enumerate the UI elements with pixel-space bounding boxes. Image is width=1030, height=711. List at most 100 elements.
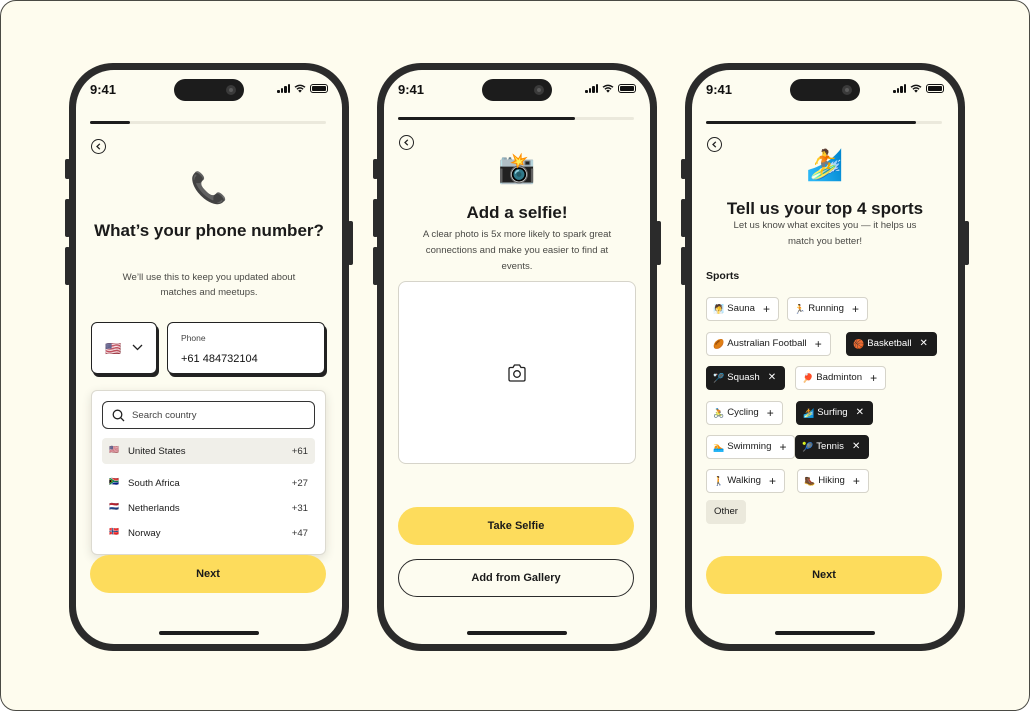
screen-phone-number: 9:41 📞 What’s your phone number? We’ll u… <box>76 70 342 644</box>
back-button[interactable] <box>399 135 414 150</box>
sport-chip-other[interactable]: Other <box>706 500 746 524</box>
nl-flag-icon: 🇳🇱 <box>109 502 119 511</box>
screen-selfie: 9:41 📸 Add a selfie! A clear photo is 5x… <box>384 70 650 644</box>
sport-chip-label: Australian Football <box>727 338 807 349</box>
country-option-south-africa[interactable]: 🇿🇦 South Africa +27 <box>102 470 315 496</box>
take-selfie-button[interactable]: Take Selfie <box>398 507 634 545</box>
add-icon[interactable]: + <box>815 333 822 355</box>
sport-chip-australian-football[interactable]: 🏉 Australian Football + <box>706 332 831 356</box>
phone-number-field[interactable]: Phone +61 484732104 <box>167 322 325 374</box>
us-flag-icon: 🇺🇸 <box>105 341 122 356</box>
page-title: What’s your phone number? <box>94 221 324 240</box>
add-icon[interactable]: + <box>852 298 859 320</box>
sport-chip-basketball[interactable]: 🏀 Basketball ✕ <box>846 332 937 356</box>
page-subtitle: Let us know what excites you — it helps … <box>733 220 917 247</box>
battery-icon <box>310 84 328 93</box>
country-name: South Africa <box>128 478 180 489</box>
hiking-emoji-icon: 🥾 <box>804 476 816 486</box>
progress-bar <box>706 121 942 124</box>
country-code-select[interactable]: 🇺🇸 <box>91 322 157 374</box>
dynamic-island <box>790 79 860 101</box>
back-button[interactable] <box>91 139 106 154</box>
country-dial-code: +61 <box>291 446 308 457</box>
search-country-input[interactable] <box>132 408 302 423</box>
surfing-emoji-icon: 🏄 <box>803 408 815 418</box>
country-name: Netherlands <box>128 503 180 514</box>
country-dial-code: +47 <box>291 528 308 539</box>
country-option-united-states[interactable]: 🇺🇸 United States +61 <box>102 438 315 464</box>
add-icon[interactable]: + <box>763 298 770 320</box>
chevron-down-icon <box>132 344 143 351</box>
australian-football-emoji-icon: 🏉 <box>713 339 725 349</box>
battery-icon <box>926 84 944 93</box>
next-button[interactable]: Next <box>90 555 326 593</box>
za-flag-icon: 🇿🇦 <box>109 477 119 486</box>
signal-icon <box>893 84 906 93</box>
sport-chip-label: Cycling <box>727 407 759 418</box>
sport-chip-label: Surfing <box>817 407 848 418</box>
wifi-icon <box>910 84 922 93</box>
chevron-left-icon <box>96 143 101 150</box>
sport-chip-label: Badminton <box>816 372 863 383</box>
remove-icon[interactable]: ✕ <box>919 333 927 355</box>
add-icon[interactable]: + <box>870 367 877 389</box>
walking-emoji-icon: 🚶 <box>713 476 725 486</box>
search-country-box[interactable] <box>102 401 315 429</box>
basketball-emoji-icon: 🏀 <box>853 339 865 349</box>
chevron-left-icon <box>404 139 409 146</box>
add-icon[interactable]: + <box>779 436 786 458</box>
progress-bar <box>90 121 326 124</box>
signal-icon <box>585 84 598 93</box>
country-name: United States <box>128 446 186 457</box>
home-indicator <box>159 631 259 635</box>
country-dial-code: +31 <box>291 503 308 514</box>
phone-frame-selfie: 9:41 📸 Add a selfie! A clear photo is 5x… <box>373 63 661 651</box>
camera-flash-icon: 📸 <box>498 152 536 185</box>
sport-chip-surfing[interactable]: 🏄 Surfing ✕ <box>796 401 874 425</box>
country-option-netherlands[interactable]: 🇳🇱 Netherlands +31 <box>102 495 315 521</box>
page-title: Tell us your top 4 sports <box>726 199 924 218</box>
country-name: Norway <box>128 528 161 539</box>
add-from-gallery-button[interactable]: Add from Gallery <box>398 559 634 597</box>
dynamic-island <box>174 79 244 101</box>
country-dropdown: 🇺🇸 United States +61 🇿🇦 South Africa +27… <box>91 390 326 555</box>
sport-chip-tennis[interactable]: 🎾 Tennis ✕ <box>795 435 870 459</box>
remove-icon[interactable]: ✕ <box>852 436 860 458</box>
sport-chip-swimming[interactable]: 🏊 Swimming + <box>706 435 796 459</box>
sports-section-label: Sports <box>706 270 740 282</box>
badminton-emoji-icon: 🏓 <box>802 373 814 383</box>
sport-chip-walking[interactable]: 🚶 Walking + <box>706 469 785 493</box>
running-emoji-icon: 🏃 <box>794 304 806 314</box>
phone-field-label: Phone <box>181 333 206 343</box>
sport-chip-badminton[interactable]: 🏓 Badminton + <box>795 366 887 390</box>
canvas-board: 9:41 📞 What’s your phone number? We’ll u… <box>0 0 1030 711</box>
battery-icon <box>618 84 636 93</box>
next-button[interactable]: Next <box>706 556 942 594</box>
phone-field-value[interactable]: +61 484732104 <box>181 353 258 365</box>
no-flag-icon: 🇳🇴 <box>109 527 119 536</box>
add-icon[interactable]: + <box>767 402 774 424</box>
selfie-upload-area[interactable] <box>398 281 636 464</box>
sport-chip-cycling[interactable]: 🚴 Cycling + <box>706 401 783 425</box>
cycling-emoji-icon: 🚴 <box>713 408 725 418</box>
sport-chip-hiking[interactable]: 🥾 Hiking + <box>797 469 869 493</box>
phone-frame-sports: 9:41 🏄 Tell us your top 4 sports Let us … <box>681 63 969 651</box>
remove-icon[interactable]: ✕ <box>856 402 864 424</box>
country-option-norway[interactable]: 🇳🇴 Norway +47 <box>102 520 315 546</box>
page-subtitle: We’ll use this to keep you updated about… <box>122 272 296 298</box>
status-icons <box>893 84 944 93</box>
phone-icon: 📞 <box>190 172 228 205</box>
add-icon[interactable]: + <box>769 470 776 492</box>
sport-chip-running[interactable]: 🏃 Running + <box>787 297 868 321</box>
home-indicator <box>775 631 875 635</box>
sport-chip-squash[interactable]: 🏸 Squash ✕ <box>706 366 786 390</box>
remove-icon[interactable]: ✕ <box>768 367 776 389</box>
us-flag-icon: 🇺🇸 <box>109 445 119 454</box>
add-icon[interactable]: + <box>853 470 860 492</box>
signal-icon <box>277 84 290 93</box>
page-title: Add a selfie! <box>466 203 568 222</box>
status-time: 9:41 <box>90 82 117 97</box>
sport-chip-label: Swimming <box>727 441 772 452</box>
sport-chip-sauna[interactable]: 🧖 Sauna + <box>706 297 779 321</box>
sport-chip-label: Squash <box>727 372 760 383</box>
